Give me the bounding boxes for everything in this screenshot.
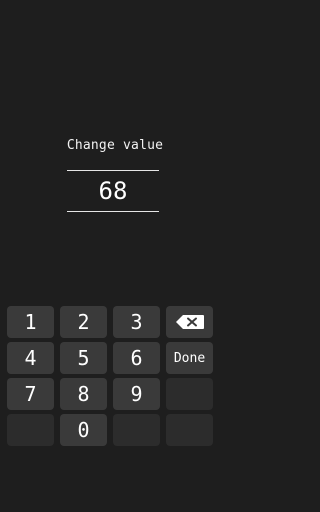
empty-key [166, 378, 213, 410]
dialog-title: Change value [66, 138, 164, 153]
value-display: 68 [67, 170, 159, 212]
change-value-screen: Change value 68 1 2 3 4 5 6 Done 7 8 9 0 [0, 0, 230, 512]
key-4[interactable]: 4 [7, 342, 54, 374]
empty-key [7, 414, 54, 446]
backspace-button[interactable] [166, 306, 213, 338]
key-0[interactable]: 0 [60, 414, 107, 446]
number-keypad: 1 2 3 4 5 6 Done 7 8 9 0 [7, 306, 221, 446]
key-7[interactable]: 7 [7, 378, 54, 410]
backspace-icon [175, 315, 204, 329]
empty-key [113, 414, 160, 446]
done-button[interactable]: Done [166, 342, 213, 374]
empty-key [166, 414, 213, 446]
key-8[interactable]: 8 [60, 378, 107, 410]
key-3[interactable]: 3 [113, 306, 160, 338]
dialog-header: Change value [0, 136, 230, 156]
key-6[interactable]: 6 [113, 342, 160, 374]
key-9[interactable]: 9 [113, 378, 160, 410]
key-5[interactable]: 5 [60, 342, 107, 374]
key-2[interactable]: 2 [60, 306, 107, 338]
key-1[interactable]: 1 [7, 306, 54, 338]
